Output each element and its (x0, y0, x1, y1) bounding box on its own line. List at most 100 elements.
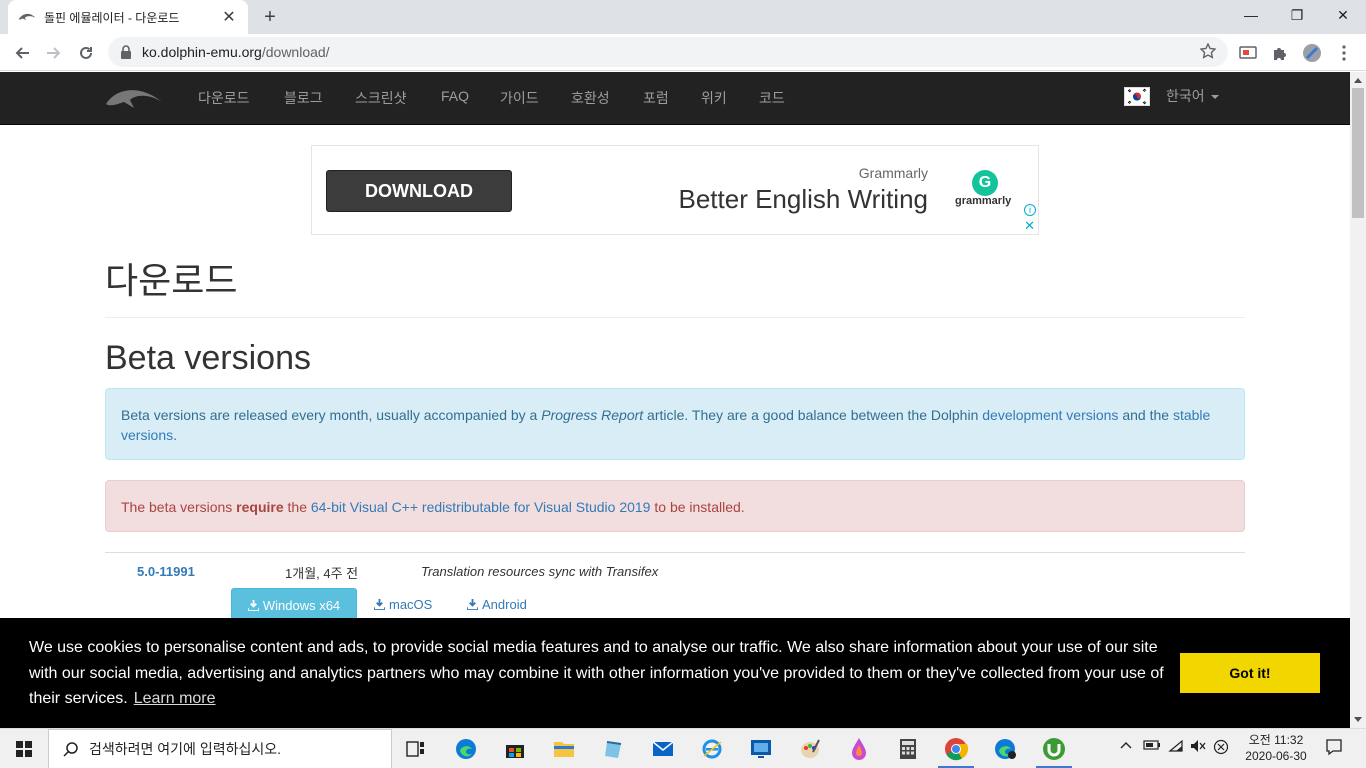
download-windows-label: Windows x64 (262, 597, 341, 613)
page-viewport: 다운로드 블로그 스크린샷 FAQ 가이드 호환성 포럼 위키 코드 한국어 D… (0, 72, 1350, 728)
danger-text-2: the (283, 499, 311, 515)
cookie-message: We use cookies to personalise content an… (29, 635, 1169, 712)
download-icon (467, 599, 478, 610)
release-date: 1개월, 4주 전 (285, 566, 359, 581)
action-center-icon[interactable] (1325, 738, 1343, 759)
wifi-icon[interactable] (1168, 739, 1184, 756)
info-text-2: article. They are a good balance between… (643, 407, 983, 423)
reload-icon (80, 46, 92, 59)
cast-icon[interactable] (1238, 43, 1258, 63)
vcredist-link[interactable]: 64-bit Visual C++ redistributable for Vi… (311, 499, 651, 515)
paint-3d-icon[interactable] (843, 733, 875, 765)
cookie-got-it-button[interactable]: Got it! (1180, 653, 1320, 693)
nav-link-compatibility[interactable]: 호환성 (571, 88, 610, 108)
korea-flag-icon (1124, 86, 1150, 106)
page-scrollbar[interactable] (1350, 72, 1366, 728)
browser-toolbar: ko.dolphin-emu.org/download/ (0, 34, 1366, 71)
calculator-icon[interactable] (892, 733, 924, 765)
title-divider (105, 317, 1245, 318)
dolphin-favicon-icon (18, 13, 36, 20)
nav-link-faq[interactable]: FAQ (441, 88, 469, 104)
search-placeholder: 검색하려면 여기에 입력하십시오. (89, 741, 281, 757)
notification-off-icon[interactable] (1213, 739, 1229, 758)
reload-button[interactable] (74, 41, 98, 65)
dolphin-logo-icon[interactable] (104, 82, 164, 114)
taskbar-clock[interactable]: 오전 11:32 2020-06-30 (1236, 732, 1316, 764)
tab-close-icon[interactable]: ✕ (220, 7, 238, 27)
nav-link-forum[interactable]: 포럼 (643, 88, 669, 108)
browser-tab-strip: 돌핀 에뮬레이터 - 다운로드 ✕ + — ❐ ✕ (0, 0, 1366, 34)
nav-link-guides[interactable]: 가이드 (500, 88, 539, 108)
remote-desktop-icon[interactable] (745, 733, 777, 765)
minimize-button[interactable]: — (1228, 0, 1274, 30)
edge-icon[interactable] (450, 733, 482, 765)
grammarly-ad-banner[interactable]: DOWNLOAD Grammarly Better English Writin… (311, 145, 1039, 235)
beta-requirement-alert: The beta versions require the 64-bit Vis… (105, 480, 1245, 532)
close-window-button[interactable]: ✕ (1320, 0, 1366, 30)
search-icon (63, 742, 78, 757)
back-button[interactable] (10, 41, 34, 65)
paint-icon[interactable] (794, 733, 826, 765)
scroll-up-arrow-icon[interactable] (1354, 78, 1362, 83)
nav-link-screenshots[interactable]: 스크린샷 (355, 88, 407, 108)
bookmark-star-icon[interactable] (1200, 43, 1216, 59)
task-view-icon[interactable] (400, 733, 432, 765)
section-title-beta: Beta versions (105, 339, 311, 377)
forward-button[interactable] (42, 41, 66, 65)
ad-headline: Better English Writing (678, 184, 928, 214)
nav-link-wiki[interactable]: 위키 (701, 88, 727, 108)
cookie-consent-banner: We use cookies to personalise content an… (0, 618, 1350, 728)
show-hidden-icons-chevron-icon[interactable] (1120, 739, 1132, 753)
site-navbar: 다운로드 블로그 스크린샷 FAQ 가이드 호환성 포럼 위키 코드 한국어 (0, 72, 1350, 125)
download-macos-label: macOS (389, 597, 433, 612)
clock-date: 2020-06-30 (1245, 749, 1307, 763)
microsoft-store-icon[interactable] (499, 733, 531, 765)
development-versions-link[interactable]: development versions (982, 407, 1118, 423)
cookie-learn-more-link[interactable]: Learn more (134, 690, 216, 707)
chrome-menu-icon[interactable] (1334, 43, 1354, 63)
nav-link-blog[interactable]: 블로그 (284, 88, 323, 108)
language-selector[interactable]: 한국어 (1124, 86, 1219, 106)
scrollbar-thumb[interactable] (1352, 88, 1364, 218)
browser-tab[interactable]: 돌핀 에뮬레이터 - 다운로드 ✕ (8, 0, 248, 34)
page-title: 다운로드 (105, 260, 238, 301)
internet-explorer-icon[interactable] (696, 733, 728, 765)
new-tab-button[interactable]: + (258, 6, 282, 28)
ad-download-button[interactable]: DOWNLOAD (326, 170, 512, 212)
beta-info-alert: Beta versions are released every month, … (105, 388, 1245, 460)
grammarly-wordmark: grammarly (955, 195, 1012, 207)
windows-logo-icon (16, 741, 32, 757)
back-arrow-icon (15, 47, 29, 59)
download-android-link[interactable]: Android (467, 597, 527, 612)
scroll-down-arrow-icon[interactable] (1354, 717, 1362, 722)
release-version-link[interactable]: 5.0-11991 (137, 564, 195, 579)
mail-icon[interactable] (647, 733, 679, 765)
download-icon (247, 599, 259, 611)
ad-info-icon[interactable]: i (1024, 204, 1036, 216)
url-path: /download/ (261, 44, 330, 60)
edge-beta-icon[interactable] (989, 733, 1021, 765)
restore-button[interactable]: ❐ (1274, 0, 1320, 30)
file-explorer-icon[interactable] (548, 733, 580, 765)
danger-text-3: to be installed. (650, 499, 745, 515)
url-domain: ko.dolphin-emu.org (142, 44, 262, 60)
profile-avatar-icon[interactable] (1302, 43, 1322, 63)
chrome-icon[interactable] (940, 733, 972, 765)
utorrent-icon[interactable] (1038, 733, 1070, 765)
download-android-label: Android (482, 597, 527, 612)
extensions-puzzle-icon[interactable] (1270, 43, 1290, 63)
start-button[interactable] (0, 729, 48, 768)
nav-link-code[interactable]: 코드 (759, 88, 785, 108)
nav-link-download[interactable]: 다운로드 (198, 88, 250, 108)
taskbar-search-box[interactable]: 검색하려면 여기에 입력하십시오. (48, 729, 392, 768)
download-macos-link[interactable]: macOS (374, 597, 432, 612)
ad-close-icon[interactable]: ✕ (1024, 219, 1035, 232)
address-bar[interactable]: ko.dolphin-emu.org/download/ (108, 37, 1228, 67)
download-windows-button[interactable]: Windows x64 (231, 588, 357, 622)
info-progress-report: Progress Report (541, 407, 644, 423)
volume-muted-icon[interactable] (1190, 739, 1206, 756)
release-description: Translation resources sync with Transife… (421, 564, 659, 579)
notepad-app-icon[interactable] (598, 733, 630, 765)
grammarly-logo-icon: G (972, 170, 998, 196)
battery-icon[interactable] (1143, 739, 1161, 753)
